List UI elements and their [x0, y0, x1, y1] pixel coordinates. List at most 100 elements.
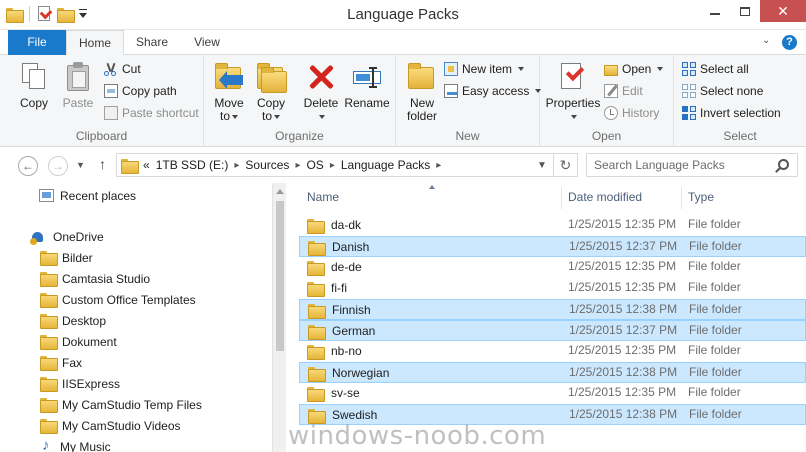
table-row[interactable]: nb-no 1/25/2015 12:35 PM File folder: [299, 341, 806, 362]
new-item-button[interactable]: New item: [444, 59, 525, 79]
table-row[interactable]: German 1/25/2015 12:37 PM File folder: [299, 320, 806, 341]
watermark: windows-noob.com: [288, 421, 547, 451]
nav-item-label: OneDrive: [53, 229, 104, 244]
close-button[interactable]: ✕: [760, 0, 806, 22]
nav-item-folder[interactable]: Camtasia Studio: [40, 268, 150, 289]
folder-icon: [40, 272, 58, 287]
move-to-dropdown-icon: [232, 114, 238, 119]
tab-file[interactable]: File: [8, 30, 66, 55]
maximize-button[interactable]: [730, 0, 760, 22]
back-button[interactable]: ←: [18, 156, 38, 176]
copy-path-button[interactable]: Copy path: [104, 81, 177, 101]
folder-icon: [308, 241, 326, 256]
table-row[interactable]: Danish 1/25/2015 12:37 PM File folder: [299, 236, 806, 257]
breadcrumb-overflow[interactable]: «: [143, 158, 150, 172]
delete-button[interactable]: Delete: [300, 61, 342, 123]
nav-item-my-music[interactable]: My Music: [40, 436, 111, 452]
select-none-button[interactable]: Select none: [682, 81, 763, 101]
move-to-button[interactable]: Move to: [210, 61, 248, 123]
refresh-icon[interactable]: ↻: [553, 154, 577, 176]
paste-button[interactable]: Paste: [58, 61, 98, 110]
nav-item-folder[interactable]: My CamStudio Videos: [40, 415, 181, 436]
nav-item-folder[interactable]: Bilder: [40, 247, 93, 268]
select-all-icon: [682, 62, 696, 76]
scroll-up-arrow-icon[interactable]: [276, 189, 284, 194]
breadcrumb-item[interactable]: Language Packs: [341, 158, 430, 172]
chevron-right-icon[interactable]: ▸: [295, 160, 300, 171]
folder-icon: [121, 158, 139, 174]
search-icon[interactable]: [778, 159, 789, 170]
clipboard-group: Copy Paste Cut Copy path Paste shortcut …: [0, 55, 204, 147]
nav-item-folder[interactable]: Desktop: [40, 310, 106, 331]
cut-button[interactable]: Cut: [104, 59, 141, 79]
expand-ribbon-chevron-icon[interactable]: ⌄: [762, 35, 770, 46]
nav-item-recent-places[interactable]: Recent places: [39, 185, 136, 206]
file-type: File folder: [689, 302, 742, 316]
copy-to-button[interactable]: Copy to: [252, 61, 290, 123]
table-row[interactable]: de-de 1/25/2015 12:35 PM File folder: [299, 257, 806, 278]
paste-shortcut-label: Paste shortcut: [122, 106, 199, 120]
new-item-label: New item: [462, 62, 513, 76]
nav-item-label: Bilder: [62, 250, 93, 265]
new-folder-button[interactable]: New folder: [402, 61, 442, 123]
organize-group-label: Organize: [275, 129, 324, 143]
properties-button[interactable]: Properties: [544, 61, 602, 123]
table-row[interactable]: fi-fi 1/25/2015 12:35 PM File folder: [299, 278, 806, 299]
close-icon: ✕: [777, 2, 789, 19]
tab-share[interactable]: Share: [128, 30, 176, 55]
open-group: Properties Open Edit History Open: [540, 55, 674, 147]
history-button[interactable]: History: [604, 103, 659, 123]
breadcrumb-item[interactable]: Sources: [245, 158, 289, 172]
nav-item-label: Recent places: [60, 188, 137, 203]
nav-item-folder[interactable]: IISExpress: [40, 373, 120, 394]
nav-item-folder[interactable]: Dokument: [40, 331, 117, 352]
column-header-date-modified[interactable]: Date modified: [568, 183, 642, 211]
select-group-label: Select: [723, 129, 757, 143]
nav-item-onedrive[interactable]: OneDrive: [30, 226, 104, 247]
nav-item-folder[interactable]: Custom Office Templates: [40, 289, 196, 310]
new-item-icon: [444, 62, 458, 76]
scrollbar-thumb[interactable]: [276, 201, 284, 351]
column-header-type[interactable]: Type: [688, 183, 714, 211]
chevron-right-icon[interactable]: ▸: [330, 160, 335, 171]
column-divider[interactable]: [681, 187, 682, 209]
recent-locations-dropdown-icon[interactable]: ▼: [76, 160, 85, 170]
forward-button[interactable]: →: [48, 156, 68, 176]
chevron-right-icon[interactable]: ▸: [234, 160, 239, 171]
folder-icon: [40, 251, 58, 266]
rename-label: Rename: [344, 96, 390, 110]
navigation-pane-scrollbar[interactable]: [272, 183, 286, 452]
edit-button[interactable]: Edit: [604, 81, 643, 101]
copy-icon: [18, 61, 50, 93]
table-row[interactable]: Norwegian 1/25/2015 12:38 PM File folder: [299, 362, 806, 383]
copy-button[interactable]: Copy: [14, 61, 54, 110]
up-button[interactable]: ↑: [99, 156, 106, 172]
tab-home[interactable]: Home: [66, 30, 124, 56]
easy-access-label: Easy access: [462, 84, 530, 98]
folder-icon: [40, 335, 58, 350]
column-divider[interactable]: [561, 187, 562, 209]
easy-access-button[interactable]: Easy access: [444, 81, 542, 101]
chevron-right-icon[interactable]: ▸: [436, 160, 441, 171]
paste-shortcut-button[interactable]: Paste shortcut: [104, 103, 199, 123]
folder-icon: [308, 304, 326, 319]
address-bar[interactable]: « 1TB SSD (E:) ▸ Sources ▸ OS ▸ Language…: [116, 153, 578, 177]
nav-item-folder[interactable]: My CamStudio Temp Files: [40, 394, 202, 415]
table-row[interactable]: sv-se 1/25/2015 12:35 PM File folder: [299, 383, 806, 404]
table-row[interactable]: Finnish 1/25/2015 12:38 PM File folder: [299, 299, 806, 320]
invert-selection-button[interactable]: Invert selection: [682, 103, 781, 123]
nav-item-folder[interactable]: Fax: [40, 352, 82, 373]
address-dropdown-icon[interactable]: ▼: [531, 160, 553, 171]
tab-view[interactable]: View: [182, 30, 232, 55]
select-all-button[interactable]: Select all: [682, 59, 749, 79]
help-icon[interactable]: ?: [782, 35, 797, 50]
open-button[interactable]: Open: [604, 59, 664, 79]
table-row[interactable]: da-dk 1/25/2015 12:35 PM File folder: [299, 215, 806, 236]
breadcrumb-item[interactable]: OS: [306, 158, 323, 172]
column-header-name[interactable]: Name: [307, 183, 339, 211]
file-name: Danish: [332, 240, 370, 254]
rename-button[interactable]: Rename: [342, 61, 392, 110]
breadcrumb-item[interactable]: 1TB SSD (E:): [156, 158, 229, 172]
minimize-button[interactable]: [700, 0, 730, 22]
search-input[interactable]: Search Language Packs: [586, 153, 798, 177]
